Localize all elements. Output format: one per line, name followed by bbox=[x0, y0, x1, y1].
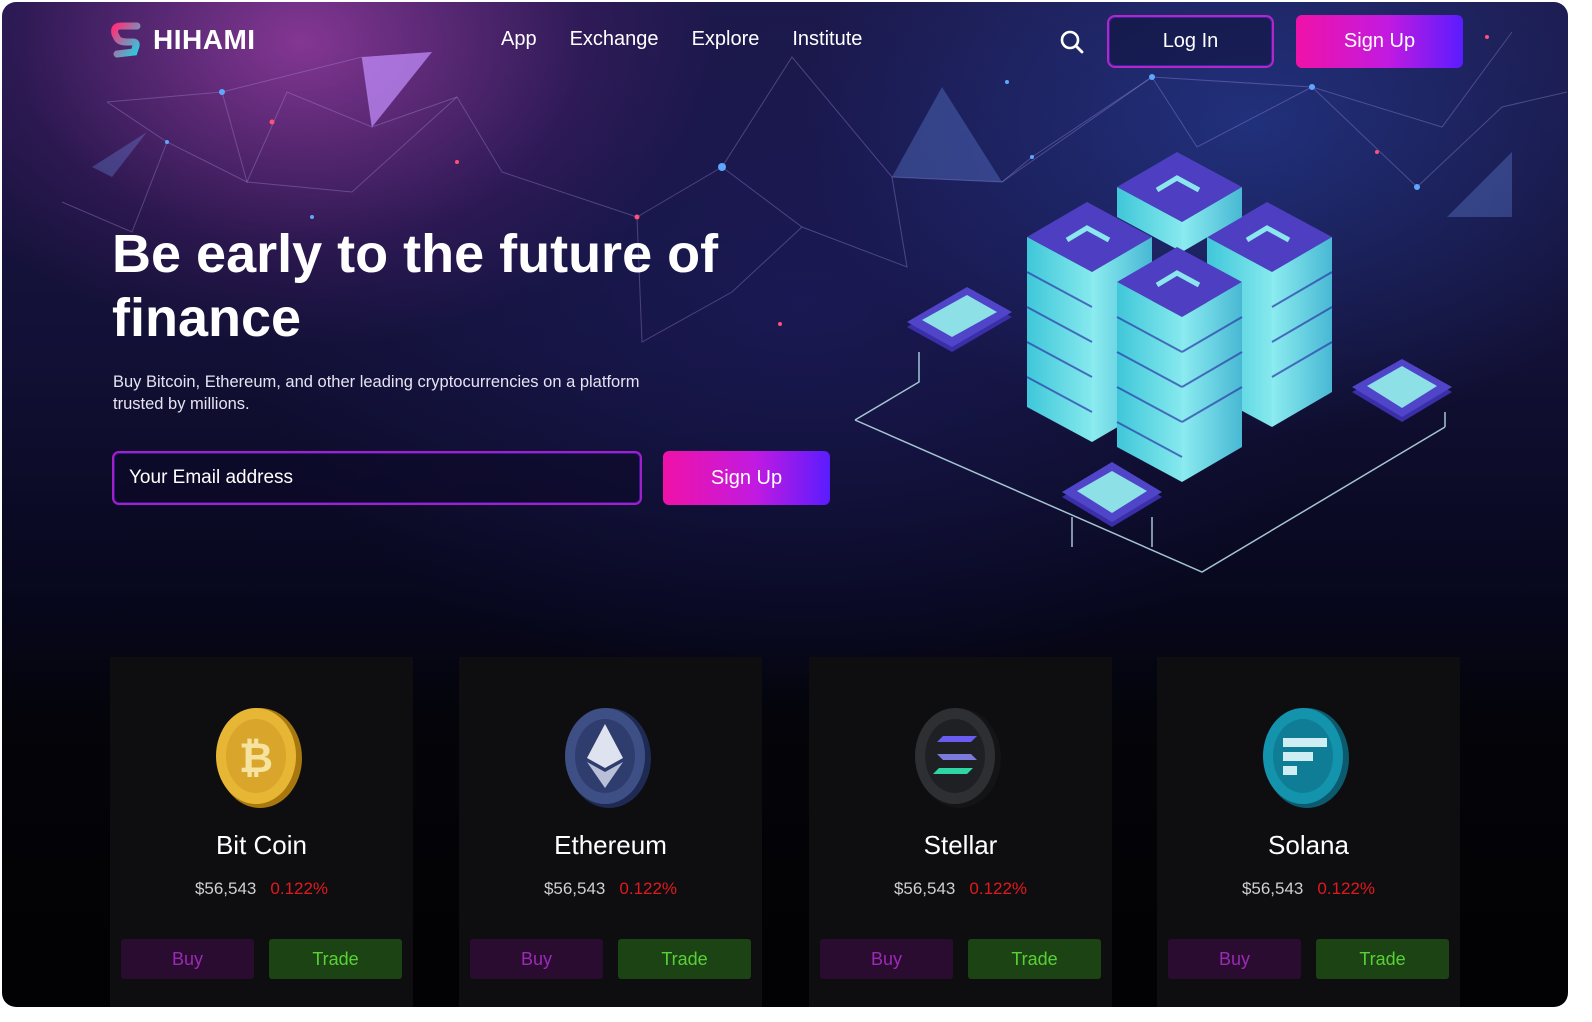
landing-page: HIHAMI App Exchange Explore Institute Lo… bbox=[2, 2, 1568, 1007]
coin-name: Stellar bbox=[923, 830, 998, 860]
coin-price: $56,543 bbox=[543, 879, 606, 898]
nav-item-app[interactable]: App bbox=[501, 28, 537, 51]
signup-button-header[interactable]: Sign Up bbox=[1296, 15, 1463, 68]
buy-button[interactable]: Buy bbox=[1168, 939, 1301, 979]
hero-subtitle: Buy Bitcoin, Ethereum, and other leading… bbox=[113, 373, 640, 413]
nav-item-institute[interactable]: Institute bbox=[792, 28, 862, 51]
coin-change: 0.122% bbox=[1317, 879, 1376, 898]
nav-item-exchange[interactable]: Exchange bbox=[570, 28, 659, 51]
signup-button-hero[interactable]: Sign Up bbox=[663, 451, 830, 505]
coin-price-row: $56,543 0.122% bbox=[1157, 879, 1460, 899]
trade-button[interactable]: Trade bbox=[968, 939, 1101, 979]
coin-name: Bit Coin bbox=[215, 830, 308, 860]
coin-name: Ethereum bbox=[554, 830, 667, 860]
brand-name: HIHAMI bbox=[153, 24, 256, 55]
bitcoin-coin-icon: ₿ bbox=[216, 708, 302, 808]
nav-item-explore[interactable]: Explore bbox=[692, 28, 760, 51]
trade-button[interactable]: Trade bbox=[269, 939, 402, 979]
coin-change: 0.122% bbox=[619, 879, 678, 898]
s-logo-icon bbox=[111, 22, 141, 58]
buy-button[interactable]: Buy bbox=[820, 939, 953, 979]
server-stack-illustration bbox=[854, 152, 1452, 573]
coin-price: $56,543 bbox=[893, 879, 956, 898]
main-nav: App Exchange Explore Institute bbox=[501, 28, 862, 51]
coin-price: $56,543 bbox=[1241, 879, 1304, 898]
trade-button[interactable]: Trade bbox=[618, 939, 751, 979]
stellar-coin-icon bbox=[915, 708, 1001, 808]
coin-price-row: $56,543 0.122% bbox=[809, 879, 1112, 899]
trade-button[interactable]: Trade bbox=[1316, 939, 1449, 979]
login-button[interactable]: Log In bbox=[1107, 15, 1274, 68]
coin-card-solana: Solana $56,543 0.122% Buy Trade bbox=[1157, 657, 1460, 1007]
coin-card-bitcoin: ₿ Bit Coin $56,543 0.122% Buy Trade bbox=[110, 657, 413, 1007]
brand-logo[interactable]: HIHAMI bbox=[107, 20, 256, 60]
email-input[interactable] bbox=[112, 451, 642, 505]
coin-name: Solana bbox=[1268, 830, 1349, 860]
coin-price-row: $56,543 0.122% bbox=[459, 879, 762, 899]
coin-change: 0.122% bbox=[969, 879, 1028, 898]
coin-price: $56,543 bbox=[194, 879, 257, 898]
buy-button[interactable]: Buy bbox=[121, 939, 254, 979]
buy-button[interactable]: Buy bbox=[470, 939, 603, 979]
coin-price-row: $56,543 0.122% bbox=[110, 879, 413, 899]
svg-text:₿: ₿ bbox=[239, 733, 273, 782]
search-icon[interactable] bbox=[1059, 29, 1085, 55]
ethereum-coin-icon bbox=[565, 708, 651, 808]
coin-card-stellar: Stellar $56,543 0.122% Buy Trade bbox=[809, 657, 1112, 1007]
coin-change: 0.122% bbox=[270, 879, 329, 898]
hero-title: Be early to the future of finance bbox=[112, 224, 719, 348]
solana-coin-icon bbox=[1263, 708, 1349, 808]
coin-card-ethereum: Ethereum $56,543 0.122% Buy Trade bbox=[459, 657, 762, 1007]
